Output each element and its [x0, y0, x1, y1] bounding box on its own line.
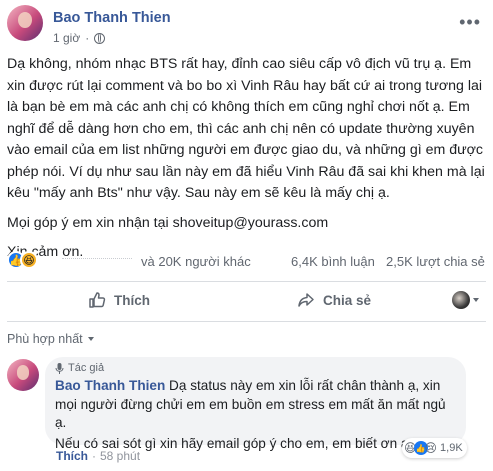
post-meta: 1 giờ · — [53, 31, 106, 45]
comment-actions: Thích · 58 phút — [56, 449, 140, 463]
reaction-count[interactable]: và 20K người khác — [141, 254, 251, 269]
comment-time[interactable]: 58 phút — [100, 449, 140, 463]
page-avatar — [452, 291, 470, 309]
reaction-icons[interactable]: 👍 😆 — [7, 251, 38, 269]
chevron-down-icon — [473, 298, 479, 302]
page-selector[interactable] — [452, 291, 479, 309]
comment-author[interactable]: Bao Thanh Thien — [55, 378, 165, 393]
post-time[interactable]: 1 giờ — [53, 31, 80, 45]
separator: · — [92, 449, 96, 463]
globe-icon — [94, 32, 106, 44]
comment-like-link[interactable]: Thích — [56, 449, 88, 463]
haha-reaction-icon: 😆 — [20, 251, 38, 269]
share-button[interactable]: Chia sẻ — [297, 291, 371, 309]
caret-down-icon — [87, 337, 94, 341]
sort-label: Phù hợp nhất — [7, 332, 83, 346]
share-arrow-icon — [298, 293, 314, 307]
post-paragraph: Mọi góp ý em xin nhận tại shoveitup@your… — [7, 214, 329, 231]
author-name[interactable]: Bao Thanh Thien — [53, 10, 171, 26]
like-label: Thích — [114, 292, 150, 308]
sad-reaction-icon: 😢 — [424, 441, 438, 455]
comment-bubble: Tác giả Bao Thanh Thien Dạ status này em… — [45, 357, 466, 451]
like-button[interactable]: Thích — [88, 291, 150, 309]
share-label: Chia sẻ — [323, 292, 372, 308]
post-text: Dạ không, nhóm nhạc BTS rất hay, đỉnh ca… — [7, 54, 485, 264]
author-badge: Tác giả — [55, 362, 104, 374]
share-count[interactable]: 2,5K lượt chia sẻ — [386, 254, 485, 269]
comment-text: Bao Thanh Thien Dạ status này em xin lỗi… — [55, 377, 455, 453]
commenter-avatar[interactable] — [7, 359, 39, 391]
comment-reactions[interactable]: 😆 👍 😢 1,9K — [402, 438, 467, 458]
comment-reaction-count: 1,9K — [440, 442, 463, 454]
separator: · — [85, 31, 90, 45]
comment-count[interactable]: 6,4K bình luận — [291, 254, 375, 269]
comment-sort-dropdown[interactable]: Phù hợp nhất — [7, 332, 94, 346]
post-paragraph: Dạ không, nhóm nhạc BTS rất hay, đỉnh ca… — [7, 56, 485, 201]
reactor-name-blurred — [62, 258, 132, 264]
microphone-icon — [55, 362, 64, 374]
divider — [7, 281, 486, 282]
author-badge-label: Tác giả — [68, 362, 105, 374]
author-avatar[interactable] — [7, 5, 43, 41]
more-options-icon[interactable]: ••• — [459, 12, 481, 33]
thumbs-up-icon — [89, 292, 106, 308]
divider — [7, 321, 486, 322]
